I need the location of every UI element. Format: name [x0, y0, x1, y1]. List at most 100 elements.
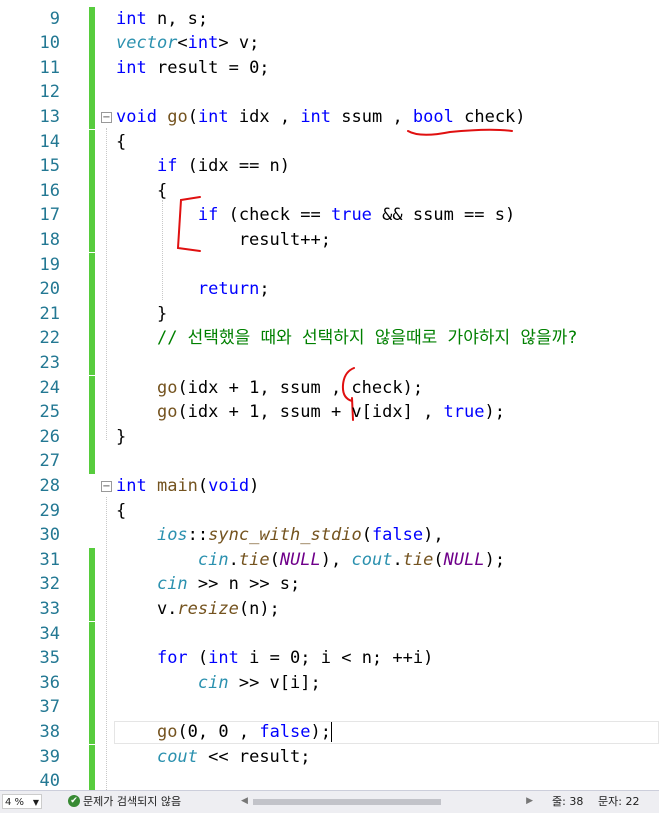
code-token: ( [187, 648, 209, 669]
code-text: vector<int> v; [116, 31, 259, 56]
code-token: (0, 0 , [177, 721, 260, 742]
code-line[interactable]: 12 [0, 80, 659, 105]
line-number: 12 [39, 82, 60, 103]
code-token: :: [187, 525, 209, 546]
line-number: 39 [39, 746, 60, 767]
code-token: i = 0; i < n; ++i) [238, 648, 434, 669]
code-token: { [116, 131, 127, 152]
line-number: 29 [39, 500, 60, 521]
change-indicator [89, 744, 95, 770]
code-token: >> n >> s; [187, 574, 301, 595]
code-token: true [330, 205, 372, 226]
code-text: go(idx + 1, ssum , check); [116, 376, 423, 401]
change-indicator [89, 572, 95, 597]
code-token: ios [156, 525, 188, 546]
line-number: 30 [39, 525, 60, 546]
line-number: 40 [39, 771, 60, 790]
code-text: v.resize(n); [116, 597, 280, 622]
code-line[interactable]: 29 { [0, 499, 659, 524]
change-indicator [89, 6, 95, 32]
code-token: << result; [197, 746, 311, 767]
change-indicator [89, 129, 95, 155]
horizontal-scrollbar[interactable]: ◀ ▶ [241, 796, 533, 808]
code-line[interactable]: 22 // 선택했을 때와 선택하지 않을때로 가야하지 않을까? [0, 326, 659, 351]
line-number: 10 [39, 33, 60, 54]
code-text: { [116, 130, 126, 155]
code-token: vector [116, 33, 178, 54]
code-token: (idx + 1, ssum + v[idx] , [177, 402, 444, 423]
change-indicator [89, 695, 95, 720]
code-line[interactable]: 11 int result = 0; [0, 55, 659, 81]
code-line[interactable]: 16 { [0, 178, 659, 204]
code-line[interactable]: 15 if (idx == n) [0, 154, 659, 179]
scrollbar-thumb[interactable] [253, 799, 441, 805]
code-editor[interactable]: 9 int n, s; 10 vector<int> v; 11 int result =… [0, 0, 659, 790]
code-text: for (int i = 0; i < n; ++i) [116, 646, 433, 671]
code-line[interactable]: 34 [0, 621, 659, 647]
code-text: return; [116, 277, 270, 302]
collapse-icon[interactable]: − [101, 480, 112, 492]
code-token: } [116, 426, 127, 447]
code-line[interactable]: 24 go(idx + 1, ssum , check); [0, 375, 659, 401]
code-token: go [156, 377, 178, 398]
change-indicator [89, 227, 95, 253]
code-line[interactable]: 14 { [0, 129, 659, 155]
code-line[interactable]: 9 int n, s; [0, 6, 659, 32]
code-line[interactable]: 33 v.resize(n); [0, 596, 659, 622]
code-token: > v; [218, 33, 260, 54]
code-token: { [116, 500, 127, 521]
scroll-left-icon[interactable]: ◀ [241, 796, 248, 806]
code-token: cout [156, 746, 198, 767]
code-text: cout << result; [116, 745, 311, 770]
code-token: (idx + 1, ssum , check); [177, 377, 424, 398]
code-line[interactable]: 31 cin.tie(NULL), cout.tie(NULL); [0, 547, 659, 573]
code-token: NULL [443, 549, 485, 570]
code-text: go(0, 0 , false); [116, 720, 331, 745]
code-line[interactable]: 20 return; [0, 277, 659, 302]
zoom-dropdown[interactable]: 4 % ▼ [2, 794, 42, 809]
code-line[interactable]: 19 [0, 252, 659, 278]
line-number: 20 [39, 279, 60, 300]
code-line[interactable]: 17 if (check == true && ssum == s) [0, 203, 659, 228]
code-token: void [208, 475, 250, 496]
line-number: 25 [39, 402, 60, 423]
code-line[interactable]: 30 ios::sync_with_stdio(false), [0, 523, 659, 548]
change-indicator [89, 596, 95, 622]
code-line[interactable]: 38 go(0, 0 , false); [0, 719, 659, 745]
code-line[interactable]: 40 [0, 769, 659, 790]
code-token: && ssum == s) [371, 205, 516, 226]
code-line[interactable]: 35 for (int i = 0; i < n; ++i) [0, 646, 659, 671]
line-number: 31 [39, 549, 60, 570]
change-indicator [89, 104, 95, 130]
line-number: 11 [39, 57, 60, 78]
code-token: idx , [228, 106, 301, 127]
code-line[interactable]: 18 result++; [0, 227, 659, 253]
code-line[interactable]: 13− void go(int idx , int ssum , bool che… [0, 104, 659, 130]
code-line[interactable]: 36 cin >> v[i]; [0, 670, 659, 696]
code-text: // 선택했을 때와 선택하지 않을때로 가야하지 않을까? [116, 326, 578, 351]
code-token: go [167, 106, 188, 127]
code-token: { [116, 180, 168, 201]
code-line[interactable]: 37 [0, 695, 659, 720]
code-line[interactable]: 39 cout << result; [0, 744, 659, 770]
code-line[interactable]: 26} [0, 424, 659, 450]
code-line[interactable]: 28 − int main(void) [0, 474, 659, 499]
code-token: NULL [279, 549, 321, 570]
change-indicator [89, 449, 95, 474]
code-line[interactable]: 10 vector<int> v; [0, 31, 659, 56]
scroll-right-icon[interactable]: ▶ [526, 796, 533, 806]
code-line[interactable]: 27 [0, 449, 659, 474]
code-line[interactable]: 32 cin >> n >> s; [0, 572, 659, 597]
code-line[interactable]: 21 } [0, 301, 659, 327]
change-indicator [89, 424, 95, 450]
code-text: int main(void) [116, 474, 259, 499]
code-line[interactable]: 23 [0, 350, 659, 376]
code-line[interactable]: 25 go(idx + 1, ssum + v[idx] , true); [0, 400, 659, 425]
collapse-icon[interactable]: − [101, 111, 112, 123]
issues-status[interactable]: 문제가 검색되지 않음 [83, 794, 181, 810]
line-number: 32 [39, 574, 60, 595]
cursor-line: 줄: 38 [552, 795, 584, 808]
change-indicator [89, 301, 95, 327]
